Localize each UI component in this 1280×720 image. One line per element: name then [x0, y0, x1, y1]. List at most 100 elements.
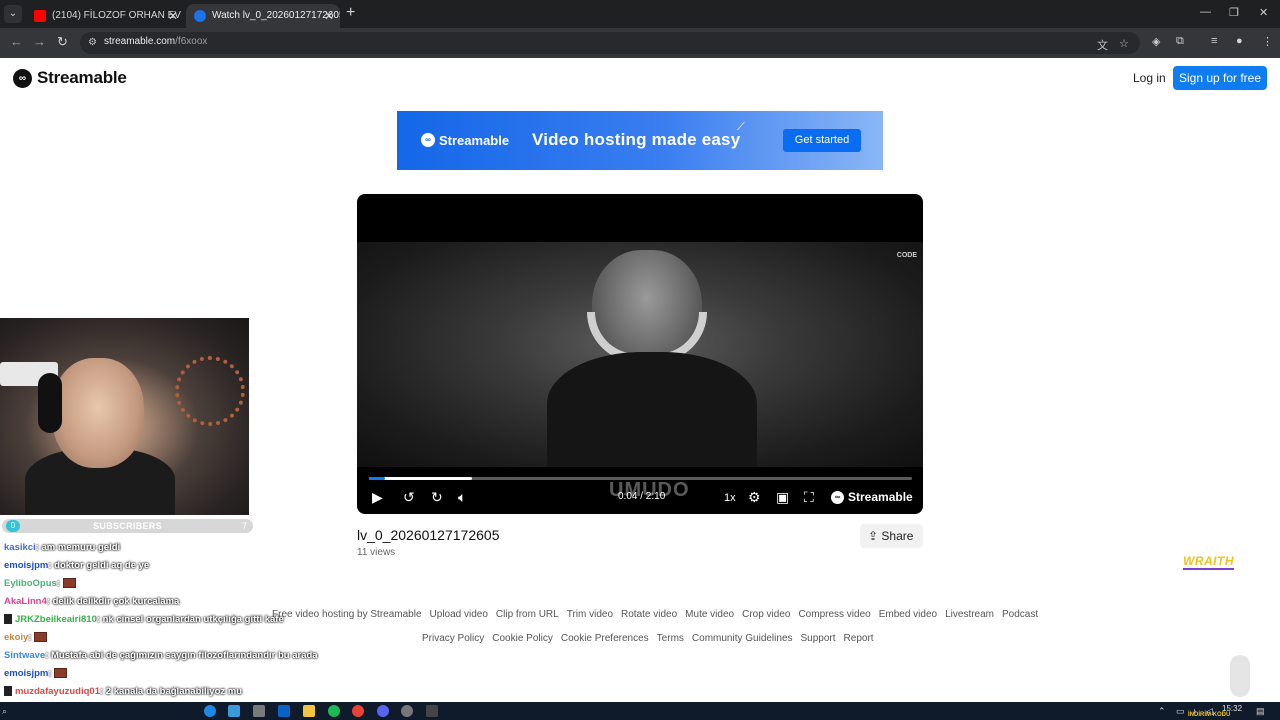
tab-youtube[interactable]: (2104) FİLOZOF ORHAN EV ZİY ✕ [26, 4, 184, 28]
minimize-icon[interactable]: — [1200, 6, 1211, 18]
forward-skip-icon[interactable]: ↻ [431, 489, 443, 505]
extension-icon[interactable]: ◈ [1152, 35, 1160, 48]
url-field[interactable]: ⚙ streamable.com/f6xoox 文 ☆ [80, 32, 1140, 54]
store-icon[interactable] [253, 705, 265, 717]
media-control-icon[interactable]: ≡ [1211, 35, 1217, 47]
settings-gear-icon[interactable]: ⚙ [748, 489, 761, 505]
close-tab-icon[interactable]: ✕ [168, 6, 178, 26]
webcam-streamer-face [52, 358, 144, 468]
play-icon[interactable]: ▶ [372, 489, 383, 505]
chat-text: : nk cinsel organlardan utkçılığa gitti … [96, 614, 284, 625]
reload-icon[interactable]: ↻ [57, 35, 68, 49]
promo-banner[interactable]: ∞ Streamable Video hosting made easy ⟋ G… [397, 111, 883, 170]
footer-link[interactable]: Support [801, 633, 836, 644]
chat-username: emoisjpm [4, 560, 49, 571]
spotify-icon[interactable] [328, 705, 340, 717]
mouse-graphic [1230, 655, 1250, 697]
file-explorer-icon[interactable] [303, 705, 315, 717]
chat-message: AkaLinn4: delik delikdir çok kurcalama [4, 594, 334, 612]
app-icon[interactable] [228, 705, 240, 717]
footer-links-primary: Free video hosting by Streamable Upload v… [272, 609, 1038, 620]
app-icon-2[interactable] [401, 705, 413, 717]
bookmark-star-icon[interactable]: ☆ [1119, 37, 1129, 50]
rewind-icon[interactable]: ↺ [403, 489, 415, 505]
video-watermark: CODE [896, 252, 917, 259]
chat-message: EyliboOpus: [4, 576, 334, 594]
progress-played [369, 477, 386, 480]
picture-in-picture-icon[interactable]: ▣ [776, 489, 789, 505]
footer-link[interactable]: Mute video [685, 609, 734, 620]
notification-icon[interactable]: ▤ [1256, 705, 1265, 717]
edge-icon[interactable] [204, 705, 216, 717]
chat-emote-icon [62, 578, 76, 589]
share-button[interactable]: ⇪ Share [860, 524, 923, 548]
chat-text: : 2 kanala da bağlanabiliyoz mu [100, 686, 243, 697]
footer-link[interactable]: Terms [657, 633, 684, 644]
chat-badge-icon [4, 614, 12, 625]
share-icon: ⇪ [868, 529, 882, 543]
playback-speed-button[interactable]: 1x [724, 492, 736, 504]
webcam-wall-decoration [175, 356, 245, 426]
footer-link[interactable]: Rotate video [621, 609, 677, 620]
chat-emote-icon [34, 632, 48, 643]
chat-message: Sintwave: Mustafa abi de çağımızın saygı… [4, 648, 334, 666]
tab-search-button[interactable]: ⌄ [4, 5, 22, 23]
tab-streamable[interactable]: Watch lv_0_20260127172605 | S ✕ [186, 4, 340, 28]
back-icon[interactable]: ← [10, 35, 23, 49]
chat-badge-icon [4, 686, 12, 697]
streamable-tab-icon [194, 10, 206, 22]
footer-link[interactable]: Clip from URL [496, 609, 559, 620]
chat-text: : [28, 632, 32, 643]
url-text: streamable.com/f6xoox [104, 36, 208, 47]
footer-link[interactable]: Compress video [798, 609, 870, 620]
footer-link[interactable]: Report [844, 633, 874, 644]
footer-link[interactable]: Community Guidelines [692, 633, 793, 644]
chat-username: EyliboOpus [4, 578, 57, 589]
app-icon-3[interactable] [426, 705, 438, 717]
close-window-icon[interactable]: ✕ [1259, 6, 1268, 19]
restore-icon[interactable]: ❐ [1229, 6, 1239, 19]
menu-kebab-icon[interactable]: ⋮ [1262, 35, 1273, 48]
forward-icon[interactable]: → [33, 35, 46, 49]
browser-tab-strip: ⌄ (2104) FİLOZOF ORHAN EV ZİY ✕ Watch lv… [0, 0, 1280, 28]
video-frame[interactable]: CODE [357, 242, 923, 467]
footer-link[interactable]: Cookie Policy [492, 633, 553, 644]
chrome-icon[interactable] [352, 705, 364, 717]
translate-icon[interactable]: 文 [1097, 37, 1108, 53]
chat-username: Sintwave [4, 650, 46, 661]
footer-link[interactable]: Livestream [945, 609, 994, 620]
volume-icon[interactable]: 🔈︎ [458, 489, 466, 505]
extensions-puzzle-icon[interactable]: ⧉ [1176, 35, 1184, 48]
profile-avatar[interactable]: ● [1236, 35, 1243, 47]
fullscreen-icon[interactable]: ⛶ [804, 489, 814, 505]
close-tab-icon[interactable]: ✕ [324, 6, 334, 26]
tray-chevron-icon[interactable]: ⌃ [1158, 705, 1166, 717]
discord-icon[interactable] [377, 705, 389, 717]
site-logo[interactable]: ∞ Streamable [13, 68, 127, 88]
subscriber-goal-bar: 0 SUBSCRIBERS 7 [2, 519, 253, 533]
footer-link[interactable]: Podcast [1002, 609, 1038, 620]
footer-link[interactable]: Privacy Policy [422, 633, 484, 644]
new-tab-button[interactable]: + [346, 5, 355, 21]
footer-link[interactable]: Embed video [879, 609, 937, 620]
footer-link[interactable]: Cookie Preferences [561, 633, 649, 644]
site-info-icon[interactable]: ⚙ [88, 37, 100, 49]
video-player[interactable]: CODE UMUDO ▶ ↺ ↻ 🔈︎ 0:04 / 2:10 1x ⚙ ▣ ⛶… [357, 194, 923, 514]
streamable-logo-icon: ∞ [831, 490, 844, 504]
footer-link[interactable]: Crop video [742, 609, 790, 620]
outlook-icon[interactable] [278, 705, 290, 717]
login-link[interactable]: Log in [1133, 71, 1166, 85]
taskbar-search[interactable]: ⌕ [2, 704, 48, 718]
chat-username: muzdafayuzudiq01 [15, 686, 100, 697]
chat-username: kasikci [4, 542, 36, 553]
footer-link[interactable]: Upload video [430, 609, 488, 620]
get-started-button[interactable]: Get started [783, 129, 861, 152]
signup-button[interactable]: Sign up for free [1173, 66, 1267, 90]
chat-message: kasikci: am memuru geldi [4, 540, 334, 558]
chat-username: AkaLinn4 [4, 596, 47, 607]
footer-link[interactable]: Trim video [567, 609, 613, 620]
streamer-webcam [0, 318, 249, 515]
player-brand-link[interactable]: ∞ Streamable [831, 490, 913, 504]
stream-chat: kasikci: am memuru geldi emoisjpm: doktor… [4, 540, 334, 720]
network-icon[interactable]: ▭ [1176, 705, 1185, 717]
